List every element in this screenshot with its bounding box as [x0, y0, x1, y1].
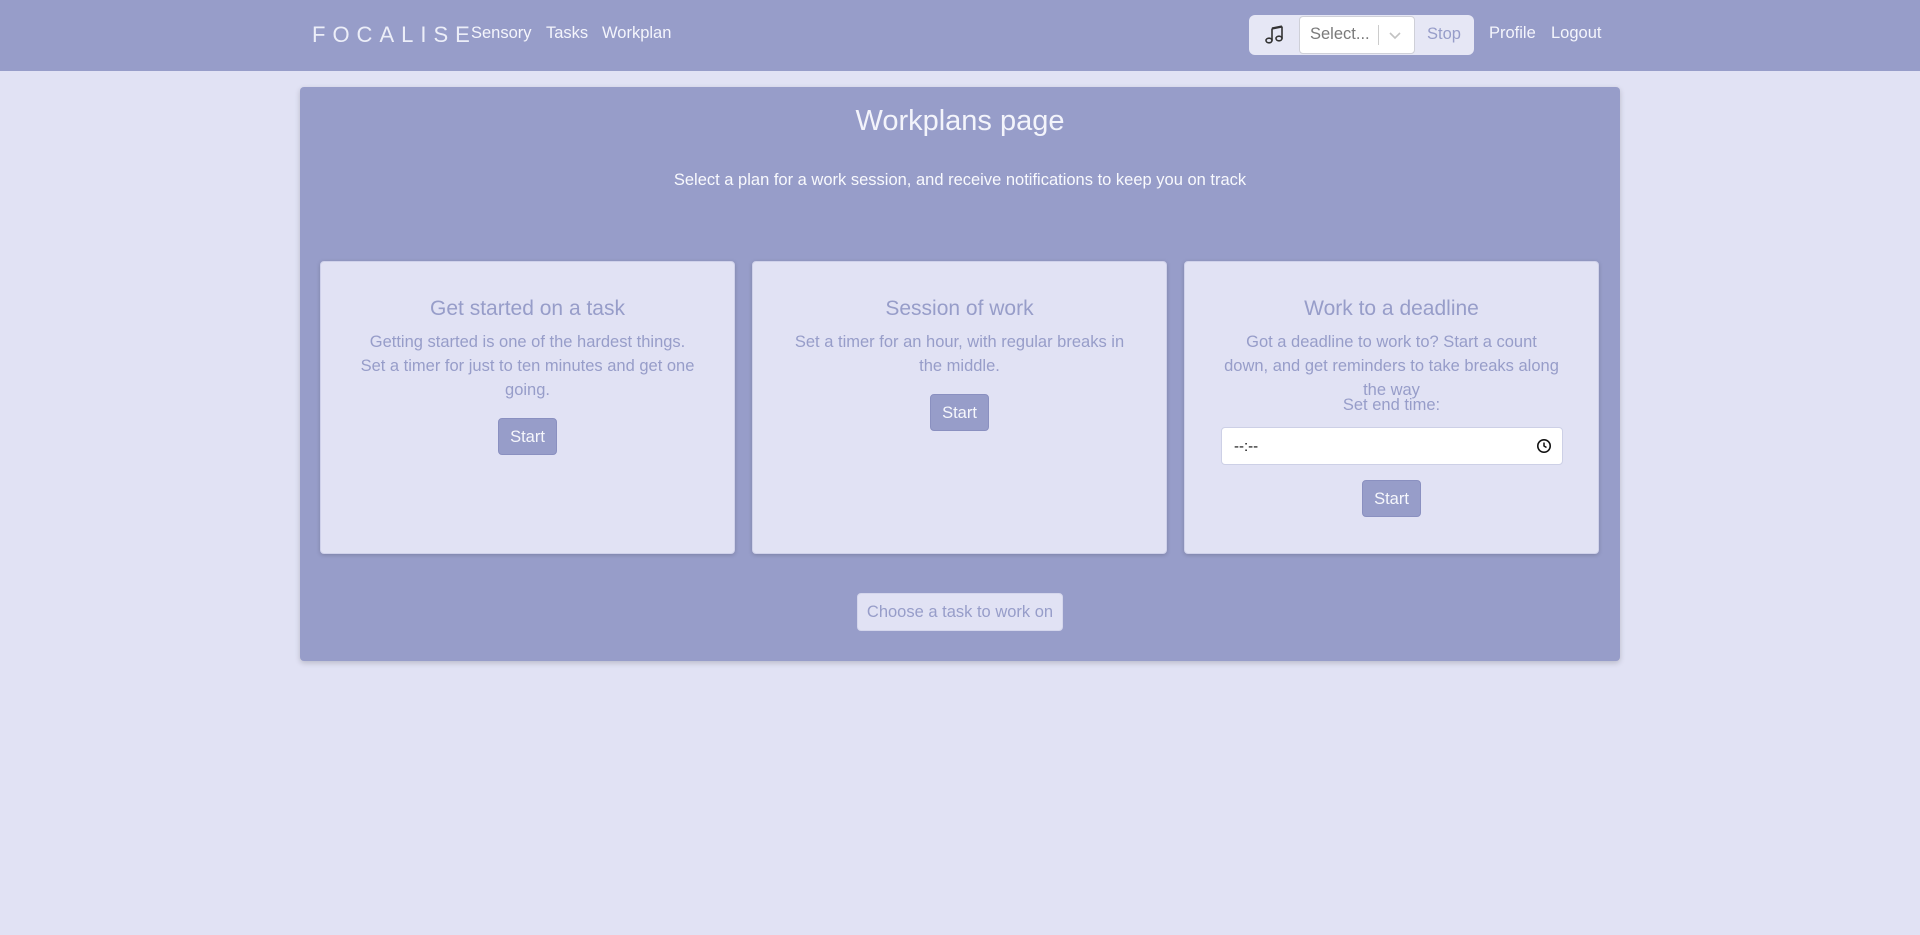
select-separator — [1378, 25, 1379, 45]
card-title: Work to a deadline — [1304, 297, 1479, 320]
nav-link-sensory[interactable]: Sensory — [471, 24, 532, 43]
card-description: Set a timer for an hour, with regular br… — [794, 333, 1125, 375]
card-get-started: Get started on a task Getting started is… — [320, 261, 735, 554]
start-button-session[interactable]: Start — [930, 394, 989, 431]
music-select[interactable]: Select... — [1299, 16, 1415, 54]
card-description: Getting started is one of the hardest th… — [360, 333, 695, 399]
nav-link-logout[interactable]: Logout — [1551, 24, 1601, 43]
workplans-panel: Workplans page Select a plan for a work … — [300, 87, 1620, 661]
music-button[interactable] — [1249, 15, 1299, 55]
chevron-down-icon — [1389, 32, 1401, 40]
music-note-icon — [1265, 25, 1283, 44]
select-placeholder: Select... — [1310, 25, 1370, 43]
choose-task-button[interactable]: Choose a task to work on — [857, 593, 1063, 631]
card-title: Session of work — [885, 297, 1034, 320]
page-subtitle: Select a plan for a work session, and re… — [673, 171, 1247, 189]
music-player: Select... Stop — [1249, 15, 1474, 55]
end-time-label: Set end time: — [1342, 396, 1441, 414]
end-time-value: --:-- — [1234, 438, 1259, 455]
card-deadline: Work to a deadline Got a deadline to wor… — [1184, 261, 1599, 554]
card-description: Got a deadline to work to? Start a count… — [1224, 333, 1559, 399]
brand-logo[interactable]: FOCALISE — [312, 22, 477, 48]
card-title: Get started on a task — [430, 297, 625, 320]
clock-icon[interactable] — [1536, 438, 1552, 454]
stop-button[interactable]: Stop — [1427, 25, 1461, 44]
navbar: FOCALISE Sensory Tasks Workplan Select..… — [0, 0, 1920, 71]
page-title: Workplans page — [855, 105, 1065, 137]
nav-link-profile[interactable]: Profile — [1489, 24, 1536, 43]
start-button-deadline[interactable]: Start — [1362, 480, 1421, 517]
card-session-of-work: Session of work Set a timer for an hour,… — [752, 261, 1167, 554]
end-time-input[interactable]: --:-- — [1221, 427, 1563, 465]
nav-link-workplan[interactable]: Workplan — [602, 24, 671, 43]
start-button-get-started[interactable]: Start — [498, 418, 557, 455]
nav-link-tasks[interactable]: Tasks — [546, 24, 588, 43]
